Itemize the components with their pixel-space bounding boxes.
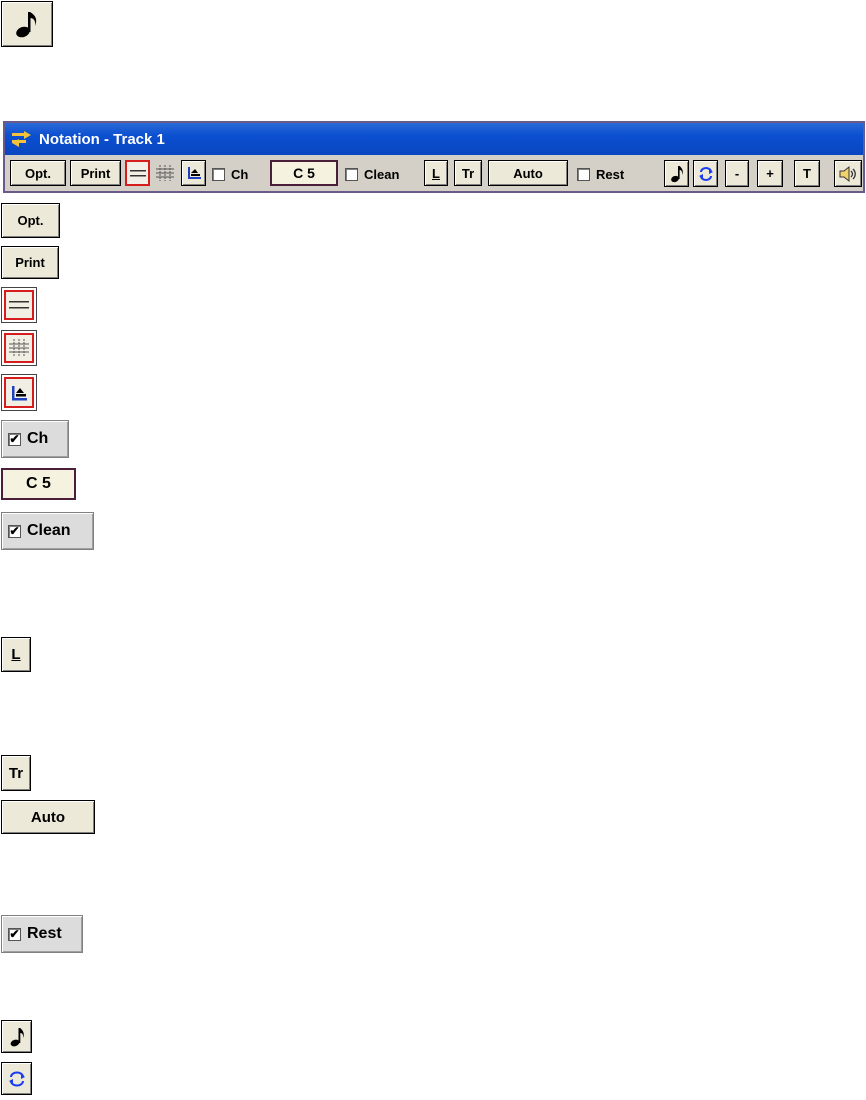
clean-checkbox[interactable]: Clean bbox=[345, 164, 415, 184]
legend-options-label: Opt. bbox=[17, 213, 44, 228]
clean-checkbox-label: Clean bbox=[364, 166, 400, 182]
text-button[interactable]: T bbox=[794, 160, 820, 187]
eighth-note-icon bbox=[16, 12, 37, 38]
notation-editor-icon bbox=[12, 385, 27, 400]
transpose-label: Tr bbox=[461, 165, 475, 181]
legend-clean-checkbox[interactable]: ✔ Clean bbox=[1, 512, 94, 550]
text-label: T bbox=[803, 166, 811, 181]
legend-loop-button[interactable] bbox=[1, 1062, 32, 1095]
legend-key-field[interactable]: C 5 bbox=[1, 468, 76, 500]
grid-icon bbox=[9, 339, 29, 357]
legend-lyrics-button[interactable]: L bbox=[1, 637, 31, 672]
loop-button[interactable] bbox=[693, 160, 718, 187]
legend-clean-checkbox-box[interactable]: ✔ bbox=[8, 524, 21, 538]
lyrics-button[interactable]: L bbox=[424, 160, 448, 186]
legend-auto-button[interactable]: Auto bbox=[1, 800, 95, 834]
rest-checkbox-label: Rest bbox=[596, 166, 625, 182]
loop-icon bbox=[698, 166, 713, 181]
rest-checkbox-box[interactable] bbox=[577, 167, 590, 181]
staff-view-button[interactable] bbox=[125, 160, 150, 186]
key-field[interactable]: C 5 bbox=[270, 160, 338, 186]
legend-editor-view-button[interactable] bbox=[1, 374, 37, 411]
lyrics-label: L bbox=[432, 165, 440, 181]
legend-chord-checkbox[interactable]: ✔ Ch bbox=[1, 420, 69, 458]
legend-rest-checkbox-label: Rest bbox=[27, 925, 62, 942]
chord-checkbox[interactable]: Ch bbox=[212, 164, 267, 184]
grid-view-button[interactable] bbox=[154, 162, 176, 184]
notation-toolbar: Opt. Print Ch C 5 Clean L Tr Auto Rest -… bbox=[5, 155, 863, 191]
speaker-icon bbox=[839, 165, 856, 182]
notation-window-icon bbox=[12, 131, 31, 147]
zoom-out-button[interactable]: - bbox=[725, 160, 749, 187]
note-button-large[interactable] bbox=[1, 1, 53, 47]
legend-chord-checkbox-box[interactable]: ✔ bbox=[8, 432, 21, 446]
grid-icon bbox=[156, 165, 174, 181]
note-button[interactable] bbox=[664, 160, 689, 187]
chord-checkbox-label: Ch bbox=[231, 166, 249, 182]
clean-checkbox-box[interactable] bbox=[345, 167, 358, 181]
loop-icon bbox=[8, 1071, 25, 1086]
legend-auto-label: Auto bbox=[30, 808, 66, 826]
options-button[interactable]: Opt. bbox=[10, 160, 66, 186]
zoom-in-button[interactable]: + bbox=[757, 160, 783, 187]
print-label: Print bbox=[80, 165, 111, 181]
staff-lines-icon bbox=[9, 301, 29, 309]
legend-staff-view-button[interactable] bbox=[1, 287, 37, 323]
legend-clean-checkbox-label: Clean bbox=[27, 522, 71, 539]
legend-print-label: Print bbox=[15, 255, 45, 270]
editor-view-button[interactable] bbox=[181, 160, 206, 186]
legend-chord-checkbox-label: Ch bbox=[27, 430, 49, 447]
print-button[interactable]: Print bbox=[70, 160, 121, 186]
legend-transpose-label: Tr bbox=[8, 764, 24, 782]
options-label: Opt. bbox=[25, 165, 51, 181]
legend-transpose-button[interactable]: Tr bbox=[1, 755, 31, 791]
auto-label: Auto bbox=[513, 165, 543, 181]
rest-checkbox[interactable]: Rest bbox=[577, 164, 642, 184]
notation-window: Notation - Track 1 Opt. Print Ch C 5 Cle… bbox=[3, 121, 865, 193]
staff-lines-icon bbox=[129, 170, 146, 177]
legend-lyrics-label: L bbox=[11, 646, 21, 663]
legend-print-button[interactable]: Print bbox=[1, 246, 59, 279]
auto-button[interactable]: Auto bbox=[488, 160, 568, 186]
legend-note-button[interactable] bbox=[1, 1020, 32, 1053]
speaker-button[interactable] bbox=[834, 160, 862, 187]
legend-rest-checkbox[interactable]: ✔ Rest bbox=[1, 915, 83, 953]
window-title: Notation - Track 1 bbox=[39, 130, 165, 148]
legend-grid-view-button[interactable] bbox=[1, 330, 37, 366]
eighth-note-icon bbox=[10, 1027, 24, 1046]
legend-options-button[interactable]: Opt. bbox=[1, 203, 60, 238]
legend-rest-checkbox-box[interactable]: ✔ bbox=[8, 927, 21, 941]
chord-checkbox-box[interactable] bbox=[212, 167, 225, 181]
key-field-value: C 5 bbox=[293, 165, 315, 181]
notation-editor-icon bbox=[187, 167, 201, 179]
title-bar: Notation - Track 1 bbox=[5, 123, 863, 155]
legend-key-field-value: C 5 bbox=[26, 475, 51, 492]
transpose-button[interactable]: Tr bbox=[454, 160, 482, 186]
zoom-out-label: - bbox=[734, 166, 740, 181]
eighth-note-icon bbox=[670, 165, 683, 182]
zoom-in-label: + bbox=[766, 166, 774, 181]
